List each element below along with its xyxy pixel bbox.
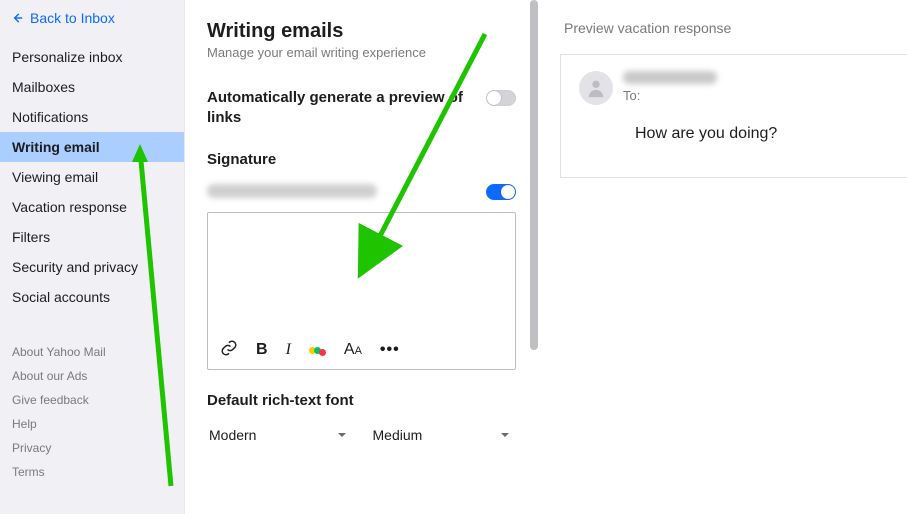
- link-help[interactable]: Help: [0, 412, 184, 436]
- sidebar-item-label: Social accounts: [12, 289, 110, 305]
- italic-icon[interactable]: I: [286, 342, 291, 358]
- toggle-knob: [487, 91, 501, 105]
- more-icon[interactable]: •••: [380, 342, 400, 358]
- person-icon: [585, 77, 607, 99]
- sidebar-nav: Personalize inbox Mailboxes Notification…: [0, 42, 184, 312]
- font-size-select[interactable]: Medium: [371, 423, 517, 447]
- signature-textarea[interactable]: [208, 213, 515, 331]
- avatar: [579, 71, 613, 105]
- settings-sidebar: Back to Inbox Personalize inbox Mailboxe…: [0, 0, 185, 514]
- secondary-link-label: About our Ads: [12, 369, 87, 383]
- link-about-our-ads[interactable]: About our Ads: [0, 364, 184, 388]
- sidebar-item-label: Viewing email: [12, 169, 98, 185]
- secondary-link-label: Give feedback: [12, 393, 89, 407]
- chevron-down-icon: [337, 430, 347, 440]
- preview-body: How are you doing?: [579, 125, 889, 143]
- sidebar-item-security[interactable]: Security and privacy: [0, 252, 184, 282]
- font-family-select[interactable]: Modern: [207, 423, 353, 447]
- back-to-inbox-label: Back to Inbox: [30, 10, 115, 26]
- secondary-link-label: Privacy: [12, 441, 51, 455]
- signature-editor: B I AA •••: [207, 212, 516, 370]
- auto-link-preview-toggle[interactable]: [486, 90, 516, 106]
- link-icon[interactable]: [220, 339, 238, 361]
- bold-icon[interactable]: B: [256, 342, 268, 358]
- secondary-link-label: Terms: [12, 465, 45, 479]
- sidebar-item-label: Filters: [12, 229, 50, 245]
- preview-to-label: To:: [623, 88, 717, 103]
- signature-toolbar: B I AA •••: [208, 331, 515, 369]
- signature-account-email: [207, 184, 377, 198]
- sidebar-item-label: Notifications: [12, 109, 88, 125]
- font-family-value: Modern: [209, 427, 256, 443]
- arrow-left-icon: [10, 11, 24, 25]
- signature-toggle[interactable]: [486, 184, 516, 200]
- chevron-down-icon: [500, 430, 510, 440]
- font-size-icon[interactable]: AA: [344, 342, 362, 358]
- signature-account-row: [207, 182, 516, 200]
- settings-main: Writing emails Manage your email writing…: [185, 0, 538, 514]
- sidebar-item-personalize[interactable]: Personalize inbox: [0, 42, 184, 72]
- preview-heading: Preview vacation response: [560, 20, 907, 36]
- page-title: Writing emails: [207, 20, 516, 43]
- scrollbar-track: [530, 0, 538, 514]
- toggle-knob: [501, 185, 515, 199]
- secondary-link-label: About Yahoo Mail: [12, 345, 106, 359]
- secondary-link-label: Help: [12, 417, 37, 431]
- signature-heading: Signature: [207, 151, 516, 168]
- preview-meta: To:: [623, 71, 717, 103]
- sidebar-item-writing-email[interactable]: Writing email: [0, 132, 184, 162]
- sidebar-item-social[interactable]: Social accounts: [0, 282, 184, 312]
- default-font-section: Default rich-text font Modern Medium: [207, 392, 516, 447]
- link-terms[interactable]: Terms: [0, 460, 184, 484]
- sidebar-item-filters[interactable]: Filters: [0, 222, 184, 252]
- preview-panel: Preview vacation response To: How are yo…: [560, 0, 907, 514]
- link-privacy[interactable]: Privacy: [0, 436, 184, 460]
- sidebar-item-label: Personalize inbox: [12, 49, 123, 65]
- sidebar-item-label: Writing email: [12, 139, 100, 155]
- back-to-inbox-link[interactable]: Back to Inbox: [0, 0, 184, 36]
- preview-card: To: How are you doing?: [560, 54, 907, 178]
- page-subtitle: Manage your email writing experience: [207, 45, 516, 60]
- sidebar-item-label: Vacation response: [12, 199, 127, 215]
- sidebar-item-viewing-email[interactable]: Viewing email: [0, 162, 184, 192]
- sidebar-item-vacation-response[interactable]: Vacation response: [0, 192, 184, 222]
- sidebar-item-label: Mailboxes: [12, 79, 75, 95]
- signature-section: Signature B I AA •••: [207, 151, 516, 370]
- sidebar-secondary: About Yahoo Mail About our Ads Give feed…: [0, 340, 184, 484]
- sidebar-item-label: Security and privacy: [12, 259, 138, 275]
- link-give-feedback[interactable]: Give feedback: [0, 388, 184, 412]
- auto-link-preview-label: Automatically generate a preview of link…: [207, 88, 474, 127]
- default-font-heading: Default rich-text font: [207, 392, 516, 409]
- sidebar-item-mailboxes[interactable]: Mailboxes: [0, 72, 184, 102]
- link-about-yahoo-mail[interactable]: About Yahoo Mail: [0, 340, 184, 364]
- sidebar-item-notifications[interactable]: Notifications: [0, 102, 184, 132]
- preview-sender-name: [623, 71, 717, 84]
- text-color-icon[interactable]: [309, 345, 326, 356]
- scrollbar-thumb[interactable]: [530, 0, 538, 350]
- auto-link-preview-row: Automatically generate a preview of link…: [207, 88, 516, 127]
- preview-header: To:: [579, 71, 889, 105]
- font-size-value: Medium: [373, 427, 423, 443]
- font-selects: Modern Medium: [207, 423, 516, 447]
